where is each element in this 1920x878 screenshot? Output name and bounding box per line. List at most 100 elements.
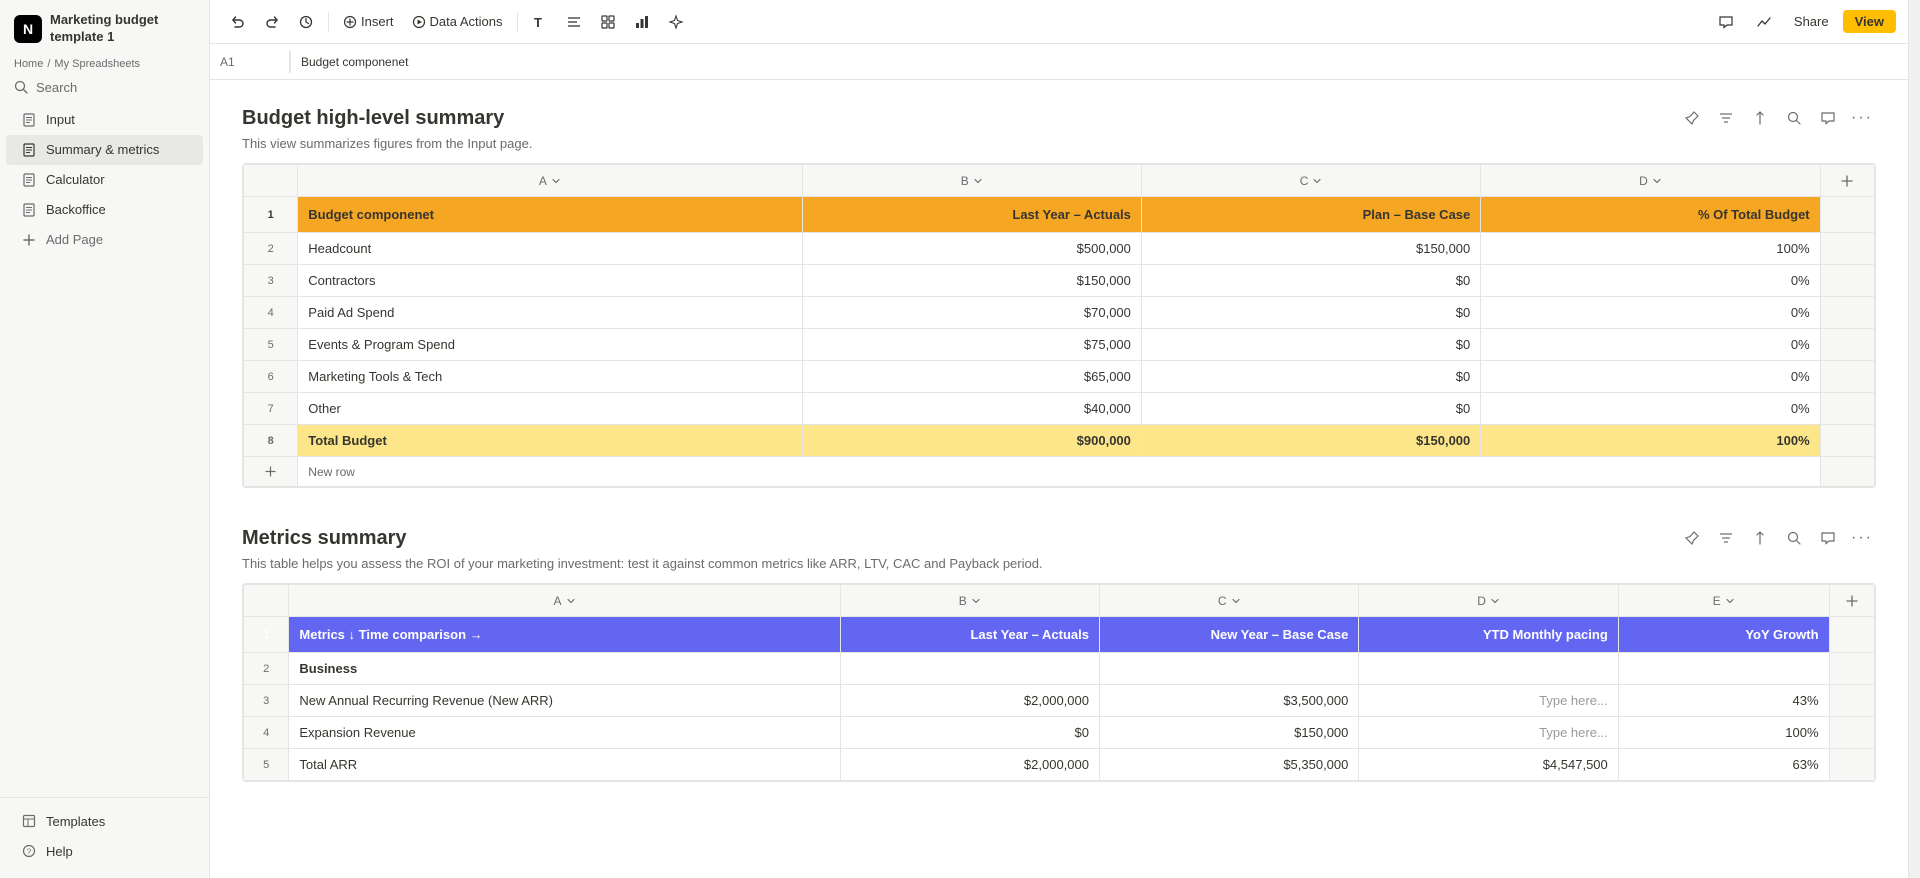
metrics-row5-col-d[interactable]: $4,547,500	[1359, 749, 1618, 781]
budget-row7-col-a[interactable]: Other	[298, 393, 802, 425]
history-button[interactable]	[290, 10, 322, 34]
data-actions-button[interactable]: Data Actions	[404, 10, 511, 33]
metrics-header-col-e[interactable]: YoY Growth	[1618, 617, 1829, 653]
metrics-business-label[interactable]: Business	[289, 653, 840, 685]
search-action-button[interactable]	[1780, 104, 1808, 132]
budget-row5-col-d[interactable]: 0%	[1481, 329, 1820, 361]
metrics-row4-col-a[interactable]: Expansion Revenue	[289, 717, 840, 749]
budget-row5-col-b[interactable]: $75,000	[802, 329, 1141, 361]
budget-row6-col-d[interactable]: 0%	[1481, 361, 1820, 393]
view-button[interactable]: View	[1843, 10, 1896, 33]
sidebar-item-input[interactable]: Input	[6, 105, 203, 135]
sort-action-button[interactable]	[1746, 104, 1774, 132]
budget-row4-col-c[interactable]: $0	[1141, 297, 1480, 329]
metrics-header-col-d[interactable]: YTD Monthly pacing	[1359, 617, 1618, 653]
chart-button[interactable]	[626, 10, 658, 34]
metrics-row4-col-d[interactable]: Type here...	[1359, 717, 1618, 749]
metrics-business-d[interactable]	[1359, 653, 1618, 685]
budget-total-col-d[interactable]: 100%	[1481, 425, 1820, 457]
budget-row4-col-d[interactable]: 0%	[1481, 297, 1820, 329]
metrics-more-button[interactable]: ···	[1848, 524, 1876, 552]
budget-row7-col-b[interactable]: $40,000	[802, 393, 1141, 425]
breadcrumb-home[interactable]: Home	[14, 58, 43, 70]
metrics-row5-col-e[interactable]: 63%	[1618, 749, 1829, 781]
comment-button[interactable]	[1710, 10, 1742, 34]
metrics-col-header-d[interactable]: D	[1359, 585, 1618, 617]
cell-reference[interactable]: A1	[210, 51, 290, 73]
filter-action-button[interactable]	[1712, 104, 1740, 132]
metrics-row3-col-c[interactable]: $3,500,000	[1100, 685, 1359, 717]
sidebar-item-backoffice[interactable]: Backoffice	[6, 195, 203, 225]
budget-row2-col-d[interactable]: 100%	[1481, 233, 1820, 265]
sidebar-item-help[interactable]: ? Help	[6, 836, 203, 866]
grid-view-button[interactable]	[592, 10, 624, 34]
metrics-header-col-c[interactable]: New Year – Base Case	[1100, 617, 1359, 653]
sidebar-item-calculator[interactable]: Calculator	[6, 165, 203, 195]
metrics-header-col-a[interactable]: Metrics ↓ Time comparison →	[289, 617, 840, 653]
breadcrumb-spreadsheets[interactable]: My Spreadsheets	[54, 58, 140, 70]
add-row-cell[interactable]: New row	[298, 457, 1820, 487]
metrics-col-header-b[interactable]: B	[840, 585, 1099, 617]
share-button[interactable]: Share	[1786, 10, 1837, 33]
new-row-label[interactable]: New row	[298, 459, 1819, 485]
budget-row3-col-a[interactable]: Contractors	[298, 265, 802, 297]
budget-row5-col-c[interactable]: $0	[1141, 329, 1480, 361]
metrics-row3-col-b[interactable]: $2,000,000	[840, 685, 1099, 717]
budget-row6-col-b[interactable]: $65,000	[802, 361, 1141, 393]
metrics-add-col[interactable]	[1829, 585, 1874, 617]
budget-row4-col-b[interactable]: $70,000	[802, 297, 1141, 329]
metrics-row5-col-b[interactable]: $2,000,000	[840, 749, 1099, 781]
share-analytics-button[interactable]	[1748, 10, 1780, 34]
scrollbar[interactable]	[1908, 0, 1920, 878]
col-header-c[interactable]: C	[1141, 165, 1480, 197]
magic-button[interactable]	[660, 10, 692, 34]
undo-button[interactable]	[222, 10, 254, 34]
budget-total-col-c[interactable]: $150,000	[1141, 425, 1480, 457]
add-col-button[interactable]	[1820, 165, 1874, 197]
sidebar-item-summary-metrics[interactable]: Summary & metrics	[6, 135, 203, 165]
budget-row3-col-b[interactable]: $150,000	[802, 265, 1141, 297]
insert-button[interactable]: Insert	[335, 10, 402, 33]
col-header-d[interactable]: D	[1481, 165, 1820, 197]
metrics-row3-col-d[interactable]: Type here...	[1359, 685, 1618, 717]
metrics-header-col-b[interactable]: Last Year – Actuals	[840, 617, 1099, 653]
metrics-row3-col-a[interactable]: New Annual Recurring Revenue (New ARR)	[289, 685, 840, 717]
metrics-comment-button[interactable]	[1814, 524, 1842, 552]
metrics-row3-col-e[interactable]: 43%	[1618, 685, 1829, 717]
metrics-col-header-c[interactable]: C	[1100, 585, 1359, 617]
metrics-row5-col-c[interactable]: $5,350,000	[1100, 749, 1359, 781]
sidebar-item-add-page[interactable]: Add Page	[6, 225, 203, 255]
budget-total-col-b[interactable]: $900,000	[802, 425, 1141, 457]
metrics-row4-col-e[interactable]: 100%	[1618, 717, 1829, 749]
budget-total-col-a[interactable]: Total Budget	[298, 425, 802, 457]
pin-action-button[interactable]	[1678, 104, 1706, 132]
metrics-row4-col-c[interactable]: $150,000	[1100, 717, 1359, 749]
metrics-sort-button[interactable]	[1746, 524, 1774, 552]
budget-col-c-header[interactable]: Plan – Base Case	[1141, 197, 1480, 233]
budget-row5-col-a[interactable]: Events & Program Spend	[298, 329, 802, 361]
metrics-business-e[interactable]	[1618, 653, 1829, 685]
more-action-button[interactable]: ···	[1848, 104, 1876, 132]
budget-row3-col-c[interactable]: $0	[1141, 265, 1480, 297]
redo-button[interactable]	[256, 10, 288, 34]
metrics-col-header-a[interactable]: A	[289, 585, 840, 617]
metrics-search-button[interactable]	[1780, 524, 1808, 552]
formula-value[interactable]: Budget componenet	[290, 51, 1908, 73]
comment-action-button[interactable]	[1814, 104, 1842, 132]
budget-col-b-header[interactable]: Last Year – Actuals	[802, 197, 1141, 233]
budget-row6-col-a[interactable]: Marketing Tools & Tech	[298, 361, 802, 393]
search-item[interactable]: Search	[0, 74, 209, 101]
metrics-col-header-e[interactable]: E	[1618, 585, 1829, 617]
metrics-filter-button[interactable]	[1712, 524, 1740, 552]
metrics-row4-col-b[interactable]: $0	[840, 717, 1099, 749]
metrics-business-b[interactable]	[840, 653, 1099, 685]
col-header-b[interactable]: B	[802, 165, 1141, 197]
budget-row2-col-a[interactable]: Headcount	[298, 233, 802, 265]
sidebar-item-templates[interactable]: Templates	[6, 806, 203, 836]
budget-row7-col-c[interactable]: $0	[1141, 393, 1480, 425]
budget-row2-col-c[interactable]: $150,000	[1141, 233, 1480, 265]
metrics-pin-button[interactable]	[1678, 524, 1706, 552]
budget-row4-col-a[interactable]: Paid Ad Spend	[298, 297, 802, 329]
metrics-business-c[interactable]	[1100, 653, 1359, 685]
budget-row2-col-b[interactable]: $500,000	[802, 233, 1141, 265]
